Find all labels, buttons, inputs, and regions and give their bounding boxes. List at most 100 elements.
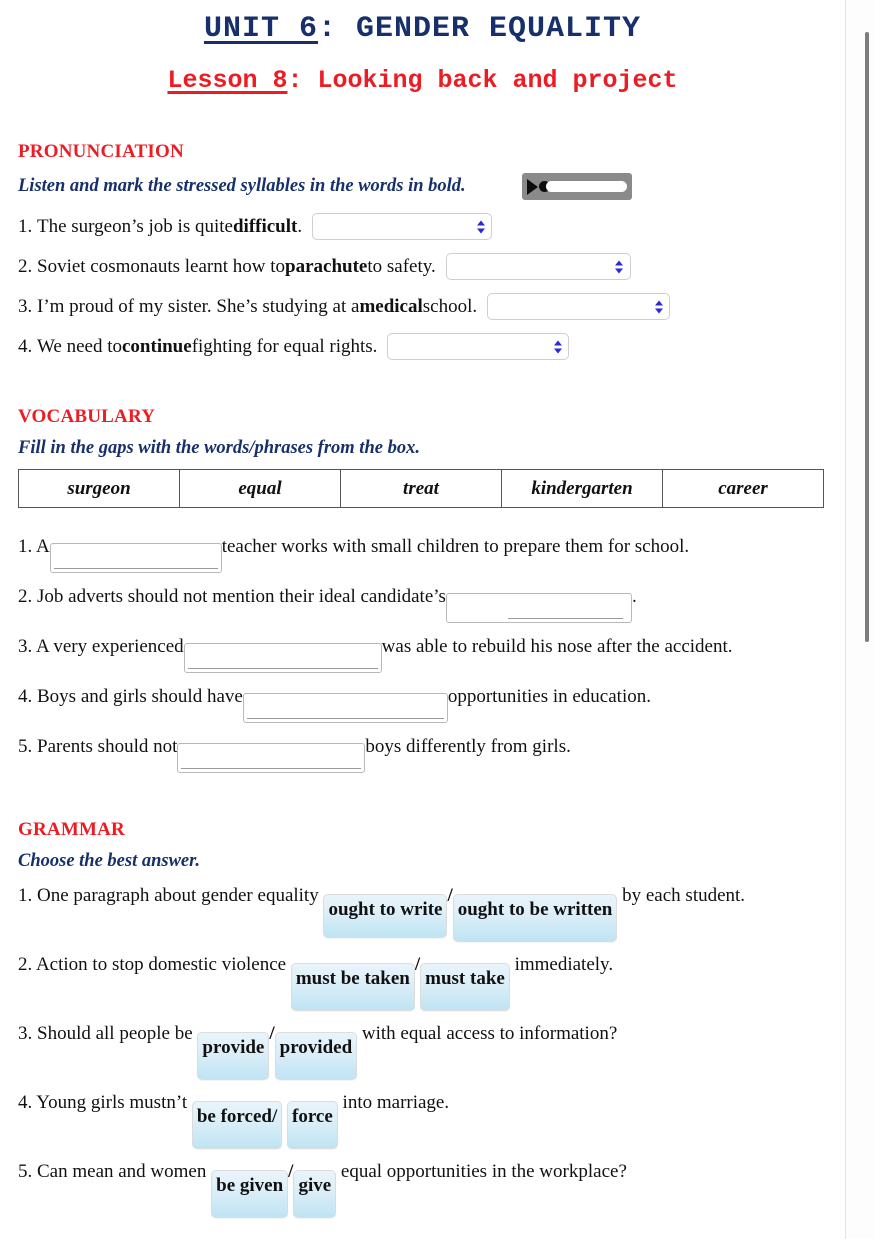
gap-fill-item-5: 5. Parents should not boys differently fr… [18, 732, 827, 773]
grammar-option-3b[interactable]: provided [274, 1032, 358, 1080]
word-box-cell-3: kindergarten [501, 469, 663, 508]
stress-select-wrap-3 [487, 293, 671, 320]
item-number: 1. [18, 536, 33, 557]
grammar-option-1a[interactable]: ought to write [323, 894, 448, 938]
gap-input-wrap-3 [183, 640, 382, 673]
grammar-option-3a[interactable]: provide [197, 1032, 270, 1080]
stress-select-wrap-2 [445, 253, 631, 280]
question-text-before: I’m proud of my sister. She’s studying a… [37, 295, 360, 317]
grammar-text-after: immediately. [509, 954, 614, 975]
question-text-before: The surgeon’s job is quite [37, 215, 233, 237]
item-number: 1. [18, 885, 33, 906]
lesson-title-underlined: Lesson 8 [167, 66, 288, 95]
gap-input-wrap-1 [49, 540, 222, 573]
question-number: 3. [18, 295, 33, 317]
gap-fill-list: 1. Ateacher works with small children to… [18, 532, 827, 773]
item-number: 5. [18, 1161, 33, 1182]
stress-select-4[interactable] [387, 333, 570, 360]
question-text-after: . [297, 215, 303, 237]
question-number: 1. [18, 215, 33, 237]
grammar-text-before: Action to stop domestic violence [35, 954, 291, 975]
item-number: 3. [18, 1023, 33, 1044]
stress-select-wrap-1 [312, 213, 493, 240]
gap-text-after: opportunities in education. [447, 686, 651, 707]
grammar-option-5b[interactable]: give [293, 1170, 337, 1218]
grammar-question-5: 5. Can mean and women be given/give equa… [18, 1154, 827, 1218]
grammar-question-1: 1. One paragraph about gender equality o… [18, 878, 827, 942]
grammar-text-before: One paragraph about gender equality [37, 885, 324, 906]
grammar-option-4b[interactable]: force [287, 1101, 338, 1149]
pronunciation-question-1: 1. The surgeon’s job is quite difficult. [18, 213, 827, 240]
gap-input-wrap-4 [242, 690, 448, 723]
grammar-option-2b[interactable]: must take [420, 963, 510, 1011]
grammar-option-4a[interactable]: be forced/ [191, 1101, 283, 1149]
unit-title-underlined: UNIT 6 [203, 12, 318, 46]
page-scrollbar[interactable] [863, 0, 872, 1239]
grammar-text-before: Can mean and women [37, 1161, 212, 1182]
stress-select-2[interactable] [445, 253, 631, 280]
gap-text-after: teacher works with small children to pre… [221, 536, 690, 557]
item-number: 2. [18, 586, 33, 607]
question-bold-word: difficult [232, 215, 298, 237]
vocabulary-heading: VOCABULARY [18, 406, 156, 427]
word-box-cell-1: equal [179, 469, 341, 508]
stress-select-1[interactable] [312, 213, 493, 240]
worksheet-content: PRONUNCIATION Listen and mark the stress… [0, 141, 845, 1218]
gap-fill-item-4: 4. Boys and girls should have opportuniti… [18, 682, 827, 723]
option-separator: / [447, 885, 453, 906]
item-number: 5. [18, 736, 33, 757]
grammar-option-1b[interactable]: ought to be written [452, 894, 618, 942]
gap-text-before: A very experienced [35, 636, 184, 657]
grammar-text-after: equal opportunities in the workplace? [336, 1161, 627, 1182]
gap-text-after: . [631, 586, 637, 607]
grammar-instruction: Choose the best answer. [18, 851, 200, 871]
gap-fill-item-1: 1. Ateacher works with small children to… [18, 532, 827, 573]
question-bold-word: parachute [285, 255, 368, 277]
option-separator: / [269, 1023, 275, 1044]
pronunciation-questions: 1. The surgeon’s job is quite difficult.… [18, 213, 827, 360]
item-number: 2. [18, 954, 33, 975]
gap-text-before: Boys and girls should have [37, 686, 243, 707]
audio-player[interactable] [521, 173, 632, 200]
grammar-heading: GRAMMAR [18, 819, 125, 840]
question-text-after: to safety. [367, 255, 436, 277]
scrollbar-thumb[interactable] [865, 32, 869, 642]
grammar-question-4: 4. Young girls mustn’t be forced/ force … [18, 1085, 827, 1149]
grammar-option-5a[interactable]: be given [211, 1170, 289, 1218]
vocabulary-instruction: Fill in the gaps with the words/phrases … [18, 438, 420, 458]
question-number: 2. [18, 255, 33, 277]
gap-fill-item-2: 2. Job adverts should not mention their … [18, 582, 827, 623]
grammar-text-before: Should all people be [37, 1023, 198, 1044]
grammar-option-2a[interactable]: must be taken [290, 963, 415, 1011]
question-bold-word: medical [359, 295, 423, 317]
question-text-after: school. [422, 295, 478, 317]
play-icon[interactable] [526, 178, 538, 195]
gap-text-before: A [35, 536, 50, 557]
grammar-question-3: 3. Should all people be provide/provided… [18, 1016, 827, 1080]
item-number: 4. [18, 1092, 33, 1113]
gap-text-after: boys differently from girls. [365, 736, 571, 757]
lesson-title-rest: : Looking back and project [287, 66, 678, 95]
gap-text-before: Parents should not [37, 736, 178, 757]
question-text-after: fighting for equal rights. [191, 335, 378, 357]
grammar-text-after: with equal access to information? [357, 1023, 618, 1044]
pronunciation-question-4: 4. We need to continue fighting for equa… [18, 333, 827, 360]
stress-select-wrap-4 [387, 333, 570, 360]
item-number: 4. [18, 686, 33, 707]
question-number: 4. [18, 335, 33, 357]
page-title: UNIT 6: GENDER EQUALITY [0, 0, 845, 46]
pronunciation-instruction: Listen and mark the stressed syllables i… [18, 176, 466, 196]
stress-select-3[interactable] [487, 293, 671, 320]
word-box-cell-2: treat [340, 469, 502, 508]
gap-text-before: Job adverts should not mention their ide… [37, 586, 446, 607]
pronunciation-question-3: 3. I’m proud of my sister. She’s studyin… [18, 293, 827, 320]
grammar-text-before: Young girls mustn’t [36, 1092, 192, 1113]
question-text-before: We need to [37, 335, 122, 357]
question-bold-word: continue [122, 335, 192, 357]
pronunciation-question-2: 2. Soviet cosmonauts learnt how to parac… [18, 253, 827, 280]
gap-input-wrap-5 [177, 740, 366, 773]
gap-fill-item-3: 3. A very experienced was able to rebuild… [18, 632, 827, 673]
grammar-questions: 1. One paragraph about gender equality o… [18, 878, 827, 1218]
audio-progress-bar[interactable] [545, 181, 627, 192]
word-box-table: surgeon equal treat kindergarten career [18, 469, 824, 508]
